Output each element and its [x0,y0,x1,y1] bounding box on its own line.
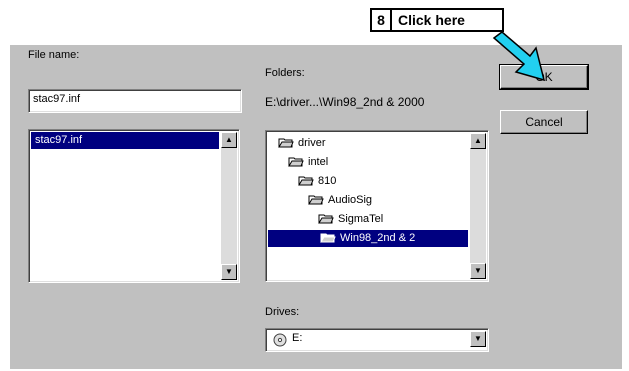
scroll-down-button[interactable]: ▼ [221,264,237,280]
pointer-arrow [492,31,546,82]
folder-item[interactable]: AudioSig [308,192,372,209]
drives-dropdown-button[interactable]: ▼ [470,331,486,347]
file-list-scrollbar[interactable]: ▲ ▼ [221,132,237,280]
callout-text: Click here [398,12,465,28]
folders-path: E:\driver...\Win98_2nd & 2000 [265,95,425,109]
open-file-dialog: File name: stac97.inf stac97.inf ▲ ▼ Fol… [10,45,622,369]
scroll-down-button[interactable]: ▼ [470,263,486,279]
open-folder-icon [288,157,304,167]
folder-tree[interactable]: driver intel 810 AudioSig SigmaTel Win98… [265,130,489,282]
folder-item[interactable]: intel [288,154,328,171]
open-folder-icon [278,138,294,148]
folder-item-selected[interactable]: Win98_2nd & 2 [268,230,468,247]
folder-item[interactable]: driver [278,135,326,152]
folder-tree-scrollbar[interactable]: ▲ ▼ [470,133,486,279]
open-folder-icon [320,233,336,243]
open-folder-icon [298,176,314,186]
drives-label: Drives: [265,306,300,318]
file-list-item[interactable]: stac97.inf [31,132,219,149]
scroll-up-button[interactable]: ▲ [470,133,486,149]
drives-select[interactable]: E: ▼ [265,328,489,352]
file-name-input[interactable]: stac97.inf [28,89,242,113]
folder-item[interactable]: SigmaTel [318,211,383,228]
open-folder-icon [318,214,334,224]
instruction-callout: 8 Click here [370,8,504,32]
cancel-button[interactable]: Cancel [500,110,588,134]
file-name-label: File name: [28,49,80,61]
scroll-up-button[interactable]: ▲ [221,132,237,148]
open-folder-icon [308,195,324,205]
drives-value: E: [292,332,303,344]
folders-label: Folders: [265,67,305,79]
file-name-value: stac97.inf [33,93,81,105]
cd-drive-icon [273,333,287,347]
folder-item[interactable]: 810 [298,173,336,190]
step-number: 8 [372,10,392,30]
file-list[interactable]: stac97.inf ▲ ▼ [28,129,240,283]
